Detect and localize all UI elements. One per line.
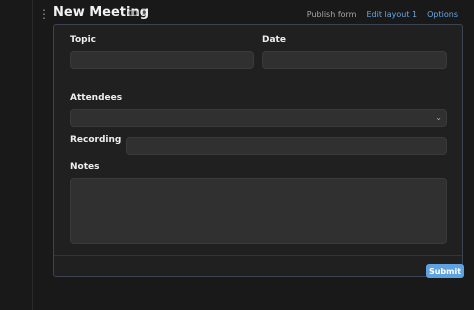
notes-textarea[interactable] [70, 178, 447, 244]
link-icon [128, 10, 138, 16]
attendees-select[interactable]: ⌄ [70, 109, 447, 127]
form-view: ⋮ New Meeting 1 Publish form Edit layout… [0, 0, 474, 310]
drag-handle-icon[interactable]: ⋮ [38, 8, 50, 20]
chevron-down-icon: ⌄ [435, 113, 442, 122]
submit-button[interactable]: Submit [426, 264, 464, 278]
notes-label: Notes [70, 162, 100, 172]
linked-count-value: 1 [141, 8, 147, 18]
header-actions: Publish form Edit layout 1 Options [307, 10, 458, 19]
date-field[interactable] [262, 51, 447, 69]
options-button[interactable]: Options [427, 10, 458, 19]
form-panel: Topic Date Attendees ⌄ Recording Notes [53, 24, 463, 277]
divider [32, 0, 33, 310]
edit-layout-button[interactable]: Edit layout 1 [366, 10, 417, 19]
topic-field[interactable] [70, 51, 254, 69]
recording-label: Recording [70, 135, 122, 145]
footer-divider [54, 255, 462, 256]
date-label: Date [262, 35, 286, 45]
attendees-label: Attendees [70, 93, 123, 103]
recording-field[interactable] [126, 137, 447, 155]
publish-form-button[interactable]: Publish form [307, 10, 357, 19]
linked-count[interactable]: 1 [128, 8, 147, 18]
topic-label: Topic [70, 35, 96, 45]
